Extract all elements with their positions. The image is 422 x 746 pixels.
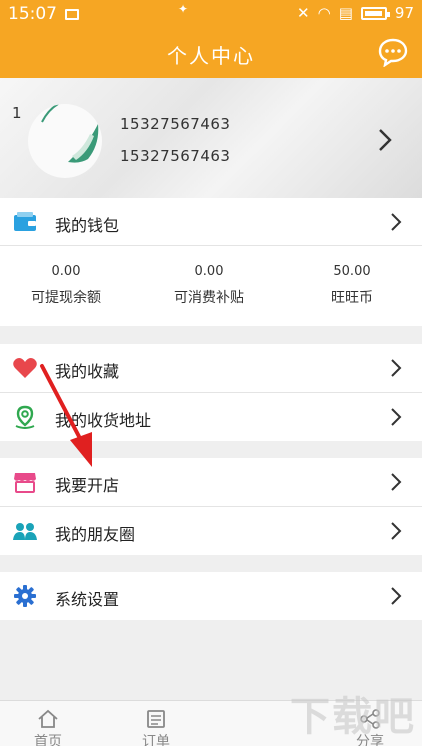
avatar-image [41,104,99,163]
home-icon [38,709,58,728]
nav-label: 订单 [142,734,170,746]
wallet-row[interactable]: 我的钱包 [0,198,422,246]
wallet-icon [14,212,36,231]
title-bar: 个人中心 [0,28,422,78]
menu-item-settings[interactable]: 系统设置 [0,572,422,620]
menu-item-label: 系统设置 [55,590,120,609]
menu-item-friends[interactable]: 我的朋友圈 [0,507,422,555]
location-pin-icon [15,405,35,429]
status-bar: 15:07 ✦ ✕ ◠ ▤ 97 [0,0,422,28]
battery-level: 97 [394,4,414,22]
stat-subsidy[interactable]: 0.00 可消费补贴 [139,264,279,307]
nav-home[interactable]: 首页 [18,701,78,746]
order-icon [147,710,165,728]
menu-group-1: 我的收藏 我的收货地址 [0,344,422,441]
store-icon [14,473,36,493]
stat-label: 可提现余额 [31,290,101,306]
battery-icon [360,6,390,20]
chevron-right-icon [391,408,402,426]
account-id: 15327567463 [120,147,231,165]
chevron-right-icon [391,522,402,540]
wallet-stats: 0.00 可提现余额 0.00 可消费补贴 50.00 旺旺币 [0,246,422,326]
stat-withdrawable[interactable]: 0.00 可提现余额 [0,264,136,307]
menu-item-label: 我的收藏 [55,362,120,381]
menu-item-label: 我要开店 [55,476,120,495]
stat-value: 50.00 [333,264,371,279]
menu-item-address[interactable]: 我的收货地址 [0,393,422,441]
heart-icon [13,358,37,378]
status-time: 15:07 [8,4,57,24]
watermark: 下载吧 [290,694,416,740]
stat-coins[interactable]: 50.00 旺旺币 [282,264,422,307]
chevron-right-icon [391,587,402,605]
chevron-right-icon [391,359,402,377]
stat-label: 旺旺币 [331,290,373,306]
menu-item-favorites[interactable]: 我的收藏 [0,344,422,392]
notification-icon: ✦ [178,2,189,16]
menu-group-2: 我要开店 我的朋友圈 [0,458,422,555]
image-notification-icon [65,8,79,20]
avatar[interactable] [28,104,102,178]
stat-label: 可消费补贴 [174,290,244,306]
menu-item-open-store[interactable]: 我要开店 [0,458,422,506]
menu-item-label: 我的朋友圈 [55,525,136,544]
status-icons: ✕ ◠ ▤ 97 [297,4,414,22]
chevron-right-icon [391,473,402,491]
signal-icon: ▤ [338,4,353,22]
gear-icon [14,585,36,607]
menu-item-label: 我的收货地址 [55,411,152,430]
avatar-label: 1 [12,104,22,122]
nav-label: 首页 [34,734,62,746]
phone-number: 15327567463 [120,115,231,133]
nav-orders[interactable]: 订单 [126,701,186,746]
wallet-label: 我的钱包 [55,216,120,235]
stat-value: 0.00 [194,264,224,279]
wifi-icon: ◠ [317,4,331,22]
mute-icon: ✕ [297,4,310,22]
friends-icon [13,523,37,540]
message-icon[interactable] [377,37,409,67]
stat-value: 0.00 [51,264,81,279]
profile-card[interactable]: 1 15327567463 15327567463 [0,78,422,198]
wallet-section: 我的钱包 0.00 可提现余额 0.00 可消费补贴 50.00 旺旺币 [0,198,422,326]
page-title: 个人中心 [167,44,255,68]
chevron-right-icon [391,213,402,231]
chevron-right-icon [379,129,392,151]
menu-group-3: 系统设置 [0,572,422,620]
